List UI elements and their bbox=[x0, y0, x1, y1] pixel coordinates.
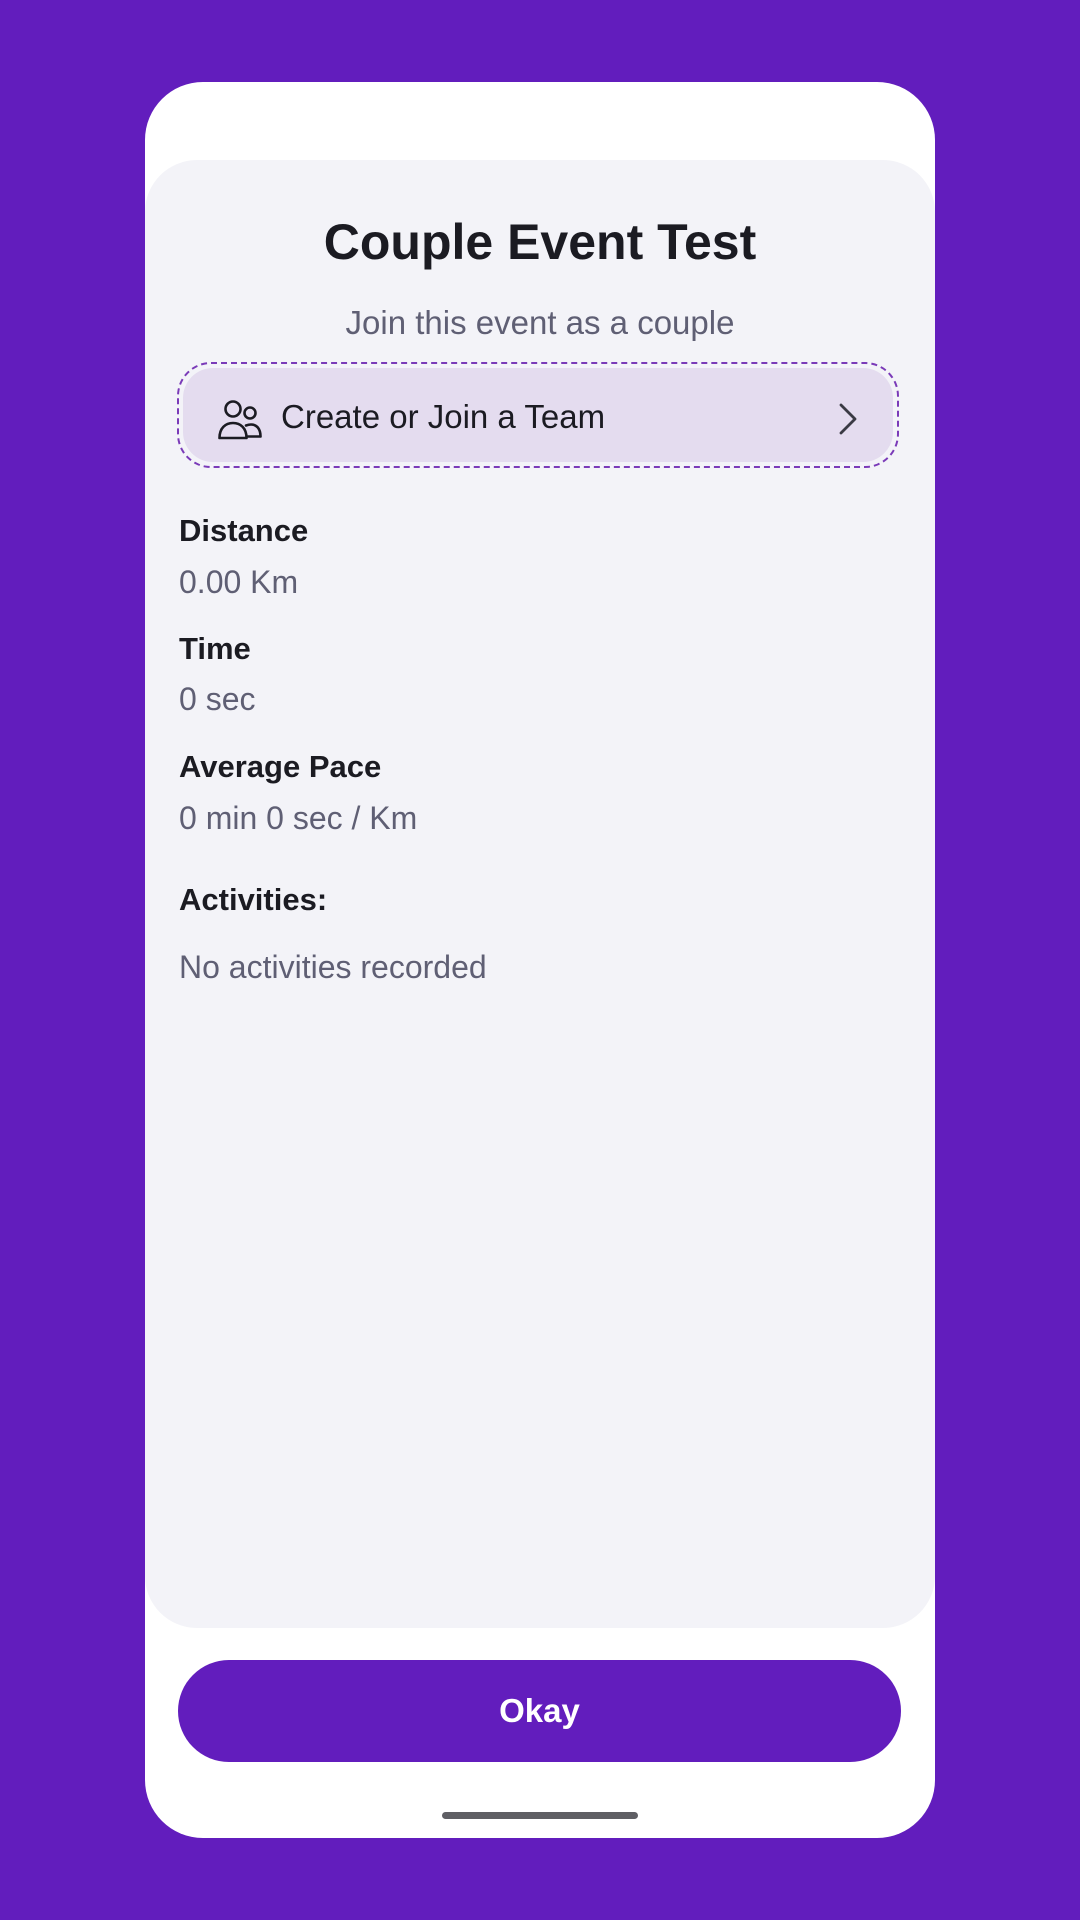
time-label: Time bbox=[179, 631, 251, 666]
team-button-label: Create or Join a Team bbox=[281, 398, 606, 435]
event-title: Couple Event Test bbox=[323, 214, 757, 270]
team-button-surface[interactable]: Create or Join a Team bbox=[183, 368, 893, 462]
time-value: 0 sec bbox=[179, 681, 256, 717]
chevron-right-icon bbox=[839, 403, 857, 435]
people-icon bbox=[218, 400, 262, 440]
event-subtitle: Join this event as a couple bbox=[345, 304, 735, 341]
distance-label: Distance bbox=[179, 513, 309, 548]
okay-button[interactable]: Okay bbox=[178, 1660, 901, 1762]
event-details-sheet: Couple Event Test Join this event as a c… bbox=[145, 82, 935, 1838]
distance-value: 0.00 Km bbox=[179, 564, 299, 600]
average-pace-value: 0 min 0 sec / Km bbox=[179, 800, 418, 836]
create-or-join-team-button[interactable]: Create or Join a Team bbox=[177, 362, 899, 468]
activities-empty-text: No activities recorded bbox=[179, 949, 487, 985]
average-pace-label: Average Pace bbox=[179, 749, 382, 784]
home-indicator[interactable] bbox=[442, 1812, 638, 1819]
activities-heading: Activities: bbox=[179, 882, 328, 917]
